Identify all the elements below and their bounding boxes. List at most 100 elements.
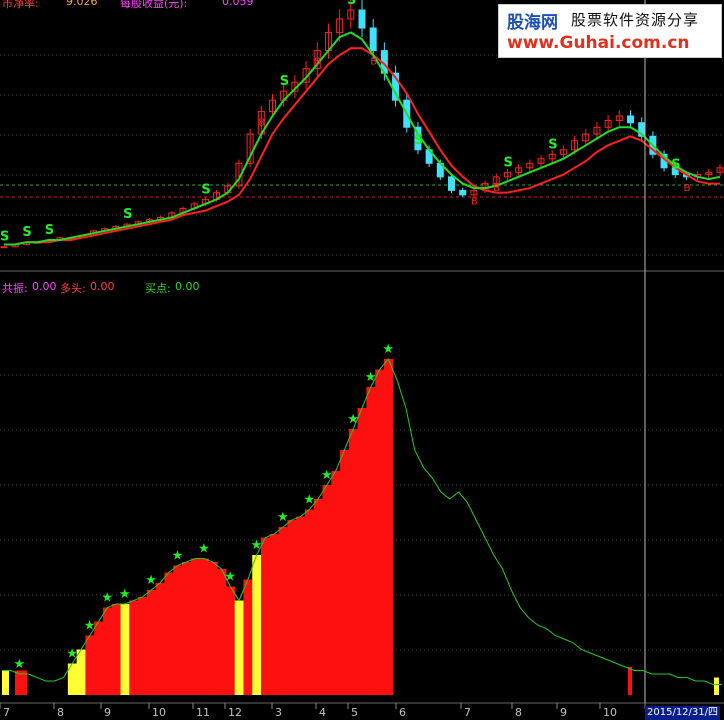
x-tick-label: 5 bbox=[351, 706, 358, 719]
star-marker: ★ bbox=[224, 570, 236, 585]
watermark-tagline: 股票软件资源分享 bbox=[571, 11, 700, 29]
x-tick-label: 9 bbox=[104, 706, 111, 719]
red-bar bbox=[375, 369, 385, 695]
x-tick-label: 10 bbox=[152, 706, 166, 719]
sell-signal-marker: S bbox=[503, 155, 512, 170]
sell-signal-marker: S bbox=[671, 158, 680, 173]
yellow-bar bbox=[76, 649, 86, 695]
x-tick-label: 8 bbox=[57, 706, 64, 719]
star-marker: ★ bbox=[172, 549, 184, 564]
yellow-bar bbox=[714, 677, 719, 695]
yellow-bar bbox=[2, 670, 9, 695]
red-bar bbox=[225, 586, 236, 695]
star-marker: ★ bbox=[119, 587, 131, 602]
x-tick-label: 8 bbox=[515, 706, 522, 719]
star-marker: ★ bbox=[303, 493, 315, 508]
eps-label: 每股收益(元): bbox=[120, 0, 188, 10]
red-bar bbox=[199, 558, 209, 695]
watermark-url: www.Guhai.com.cn bbox=[507, 33, 690, 53]
candle-body bbox=[358, 9, 366, 29]
star-marker: ★ bbox=[365, 370, 377, 385]
star-marker: ★ bbox=[198, 542, 210, 557]
buy-signal-marker: B bbox=[258, 117, 265, 128]
candle-body bbox=[369, 27, 377, 52]
x-tick-label: 10 bbox=[603, 706, 617, 719]
red-bar bbox=[190, 558, 201, 695]
bull-value: 0.00 bbox=[90, 280, 115, 293]
red-bar bbox=[304, 509, 315, 695]
red-bar bbox=[111, 604, 122, 695]
red-bar bbox=[287, 520, 297, 695]
bull-label: 多头: bbox=[60, 282, 86, 295]
red-bar bbox=[146, 590, 157, 695]
red-bar bbox=[164, 572, 174, 695]
star-marker: ★ bbox=[347, 412, 359, 427]
star-marker: ★ bbox=[66, 647, 78, 662]
x-tick-label: 3 bbox=[275, 706, 282, 719]
red-bar bbox=[261, 537, 271, 695]
red-bar bbox=[138, 597, 148, 695]
sell-signal-marker: S bbox=[123, 207, 132, 222]
sell-signal-marker: S bbox=[45, 223, 54, 238]
watermark-logo: 股海网 股票软件资源分享 www.Guhai.com.cn bbox=[498, 4, 722, 58]
star-marker: ★ bbox=[321, 468, 333, 483]
star-marker: ★ bbox=[277, 510, 289, 525]
pe-label: 市净率: bbox=[2, 0, 39, 10]
buy-signal-marker: B bbox=[370, 57, 377, 68]
star-marker: ★ bbox=[14, 657, 26, 672]
red-bar bbox=[94, 621, 104, 695]
star-marker: ★ bbox=[145, 573, 157, 588]
star-marker: ★ bbox=[382, 342, 394, 357]
buy-signal-marker: B bbox=[471, 196, 478, 207]
red-bar bbox=[383, 359, 394, 695]
red-bar bbox=[331, 471, 341, 695]
buy-signal-marker: B bbox=[493, 183, 500, 194]
sell-signal-marker: S bbox=[201, 182, 210, 197]
candle-body bbox=[459, 189, 467, 196]
x-tick-label: 6 bbox=[399, 706, 406, 719]
sell-signal-marker: S bbox=[280, 74, 289, 89]
candle-body bbox=[627, 115, 634, 124]
red-bar bbox=[217, 569, 227, 695]
red-bar bbox=[322, 485, 332, 695]
star-marker: ★ bbox=[251, 538, 263, 553]
sell-signal-marker: S bbox=[347, 0, 356, 8]
x-tick-label: 12 bbox=[228, 706, 242, 719]
x-tick-label: 7 bbox=[3, 706, 10, 719]
cursor-date-label: 2015/12/31/四 bbox=[645, 706, 721, 720]
buy-value: 0.00 bbox=[175, 280, 200, 293]
resonance-label: 共振: bbox=[2, 282, 28, 295]
watermark-brand: 股海网 bbox=[507, 13, 558, 33]
buy-signal-marker: B bbox=[683, 183, 690, 194]
sell-signal-marker: S bbox=[0, 230, 9, 245]
red-bar bbox=[85, 635, 95, 695]
red-bar bbox=[269, 534, 280, 695]
sell-signal-marker: S bbox=[548, 137, 557, 152]
star-marker: ★ bbox=[84, 619, 96, 634]
x-tick-label: 9 bbox=[560, 706, 567, 719]
buy-signal-marker: B bbox=[314, 57, 321, 68]
red-bar bbox=[313, 499, 323, 695]
resonance-value: 0.00 bbox=[32, 280, 57, 293]
candle-body bbox=[448, 176, 455, 191]
x-tick-label: 11 bbox=[196, 706, 210, 719]
yellow-bar bbox=[120, 604, 130, 695]
red-bar bbox=[129, 600, 139, 695]
red-bar bbox=[182, 562, 192, 695]
candle-body bbox=[0, 246, 8, 249]
chart-canvas: S S SSSSSSSSSBB BBB B★★★★ ★★★ ★★★★★★★★★7 8 9 10 11… bbox=[0, 0, 724, 719]
red-bar bbox=[296, 516, 306, 695]
red-bar bbox=[102, 607, 113, 695]
red-bar bbox=[278, 527, 288, 695]
red-bar bbox=[243, 579, 253, 695]
red-bar bbox=[155, 583, 165, 695]
x-tick-label: 7 bbox=[464, 706, 471, 719]
pe-value: 9.026 bbox=[66, 0, 98, 8]
red-bar bbox=[348, 429, 359, 695]
star-marker: ★ bbox=[101, 591, 113, 606]
red-bar bbox=[208, 562, 218, 695]
red-bar bbox=[366, 387, 376, 695]
sell-signal-marker: S bbox=[22, 225, 31, 240]
yellow-bar bbox=[252, 555, 262, 695]
x-tick-label: 4 bbox=[319, 706, 326, 719]
